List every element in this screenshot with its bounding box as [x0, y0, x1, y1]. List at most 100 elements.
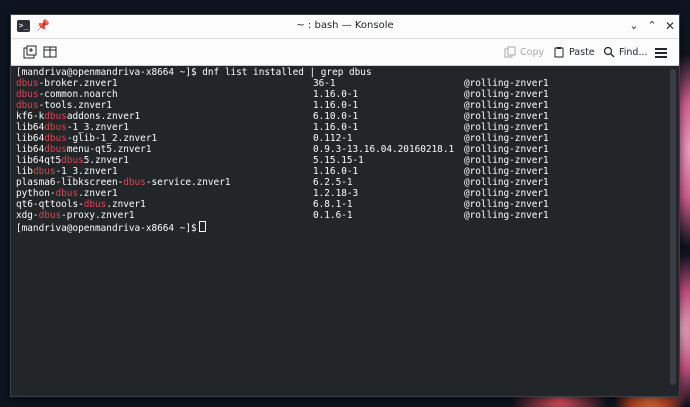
- package-name-part: .znver1: [78, 188, 118, 199]
- package-repo: @rolling-znver1: [464, 188, 549, 199]
- package-name-part: python-: [16, 188, 56, 199]
- package-name-part: xdg-: [16, 210, 39, 221]
- grep-match: dbus: [123, 177, 146, 188]
- final-prompt: [mandriva@openmandriva-x8664 ~]$: [16, 223, 197, 234]
- grep-match: dbus: [16, 78, 39, 89]
- package-name: qt6-qttools-dbus.znver1: [16, 199, 146, 210]
- package-name-part: .znver1: [106, 199, 146, 210]
- paste-label: Paste: [569, 46, 595, 58]
- package-row: xdg-dbus-proxy.znver1: [16, 210, 135, 221]
- package-repo: @rolling-znver1: [464, 199, 549, 210]
- package-name-part: -1_3.znver1: [55, 166, 118, 177]
- package-row: python-dbus.znver1: [16, 188, 118, 199]
- package-row: lib64dbusmenu-qt5.znver1: [16, 144, 151, 155]
- command-line: [mandriva@openmandriva-x8664 ~]$ dnf lis…: [16, 67, 372, 78]
- package-name-part: menu-qt5.znver1: [66, 144, 152, 155]
- package-name-part: lib: [16, 166, 33, 177]
- package-name-part: -glib-1_2.znver1: [66, 133, 158, 144]
- grep-match: dbus: [44, 133, 67, 144]
- package-row: qt6-qttools-dbus.znver1: [16, 199, 146, 210]
- package-name: lib64dbus-glib-1_2.znver1: [16, 133, 157, 144]
- package-name: plasma6-libkscreen-dbus-service.znver1: [16, 177, 231, 188]
- package-version: 1.16.0-1: [313, 166, 359, 177]
- package-version: 0.9.3-13.16.04.20160218.1: [313, 144, 455, 155]
- split-view-icon[interactable]: [43, 45, 57, 59]
- package-row: dbus-common.noarch: [16, 89, 118, 100]
- package-version: 0.1.6-1: [313, 210, 353, 221]
- terminal-view[interactable]: [mandriva@openmandriva-x8664 ~]$ dnf lis…: [11, 66, 679, 396]
- grep-match: dbus: [16, 100, 39, 111]
- toolbar: Copy Paste Find...: [11, 39, 679, 66]
- package-version: 36-1: [313, 78, 336, 89]
- package-version: 1.16.0-1: [313, 122, 359, 133]
- package-row: lib64qt5dbus5.znver1: [16, 155, 129, 166]
- package-name-part: 5.znver1: [83, 155, 129, 166]
- hamburger-menu-icon[interactable]: [655, 48, 667, 64]
- package-row: kf6-kdbusaddons.znver1: [16, 111, 140, 122]
- paste-icon: [554, 47, 564, 58]
- package-version: 6.2.5-1: [313, 177, 353, 188]
- grep-match: dbus: [61, 155, 84, 166]
- package-version: 6.10.0-1: [313, 111, 359, 122]
- grep-match: dbus: [44, 122, 67, 133]
- package-repo: @rolling-znver1: [464, 177, 549, 188]
- close-button[interactable]: ✕: [663, 19, 677, 33]
- package-name-part: -broker.znver1: [38, 78, 118, 89]
- package-name: python-dbus.znver1: [16, 188, 118, 199]
- grep-match: dbus: [44, 144, 67, 155]
- package-name-part: lib64: [16, 144, 45, 155]
- package-repo: @rolling-znver1: [464, 133, 549, 144]
- package-name-part: -common.noarch: [38, 89, 118, 100]
- package-repo: @rolling-znver1: [464, 155, 549, 166]
- package-row: dbus-tools.znver1: [16, 100, 112, 111]
- copy-button[interactable]: Copy: [504, 44, 544, 60]
- package-version: 0.112-1: [313, 133, 353, 144]
- package-name-part: addons.znver1: [66, 111, 141, 122]
- package-name-part: kf6-k: [16, 111, 45, 122]
- search-icon: [603, 46, 615, 58]
- package-name: lib64dbus-1_3.znver1: [16, 122, 129, 133]
- package-row: lib64dbus-1_3.znver1: [16, 122, 129, 133]
- grep-match: dbus: [16, 89, 39, 100]
- package-name-part: -service.znver1: [145, 177, 231, 188]
- package-repo: @rolling-znver1: [464, 78, 549, 89]
- package-version: 6.8.1-1: [313, 199, 353, 210]
- maximize-button[interactable]: ⌃: [645, 19, 659, 33]
- titlebar: >_ 📌 ~ : bash — Konsole ⌄ ⌃ ✕: [11, 15, 679, 39]
- package-name-part: lib64: [16, 133, 45, 144]
- text-cursor: [198, 221, 206, 232]
- package-name-part: lib64: [16, 122, 45, 133]
- package-row: lib64dbus-glib-1_2.znver1: [16, 133, 157, 144]
- package-name: dbus-common.noarch: [16, 89, 118, 100]
- grep-match: dbus: [83, 199, 107, 210]
- package-row: plasma6-libkscreen-dbus-service.znver1: [16, 177, 231, 188]
- package-name-part: lib64qt5: [16, 155, 62, 166]
- package-name-part: -1_3.znver1: [66, 122, 129, 133]
- copy-icon: [504, 46, 516, 58]
- package-repo: @rolling-znver1: [464, 122, 549, 133]
- package-row: libdbus-1_3.znver1: [16, 166, 118, 177]
- package-repo: @rolling-znver1: [464, 210, 549, 221]
- find-button[interactable]: Find...: [603, 44, 648, 60]
- package-version: 5.15.15-1: [313, 155, 364, 166]
- konsole-window: >_ 📌 ~ : bash — Konsole ⌄ ⌃ ✕ Copy Paste…: [10, 14, 680, 397]
- grep-match: dbus: [44, 111, 67, 122]
- package-name: kf6-kdbusaddons.znver1: [16, 111, 140, 122]
- scrollbar[interactable]: [670, 69, 676, 385]
- package-name: lib64dbusmenu-qt5.znver1: [16, 144, 151, 155]
- package-version: 1.16.0-1: [313, 100, 359, 111]
- package-repo: @rolling-znver1: [464, 166, 549, 177]
- copy-label: Copy: [520, 46, 545, 58]
- minimize-button[interactable]: ⌄: [627, 19, 641, 33]
- package-name: libdbus-1_3.znver1: [16, 166, 118, 177]
- package-repo: @rolling-znver1: [464, 111, 549, 122]
- final-prompt-line: [mandriva@openmandriva-x8664 ~]$: [16, 221, 206, 234]
- package-name-part: -proxy.znver1: [61, 210, 135, 221]
- paste-button[interactable]: Paste: [553, 44, 595, 60]
- package-name: xdg-dbus-proxy.znver1: [16, 210, 135, 221]
- package-repo: @rolling-znver1: [464, 144, 549, 155]
- package-name: dbus-broker.znver1: [16, 78, 118, 89]
- grep-match: dbus: [55, 188, 79, 199]
- new-tab-icon[interactable]: [23, 45, 37, 59]
- package-row: dbus-broker.znver1: [16, 78, 118, 89]
